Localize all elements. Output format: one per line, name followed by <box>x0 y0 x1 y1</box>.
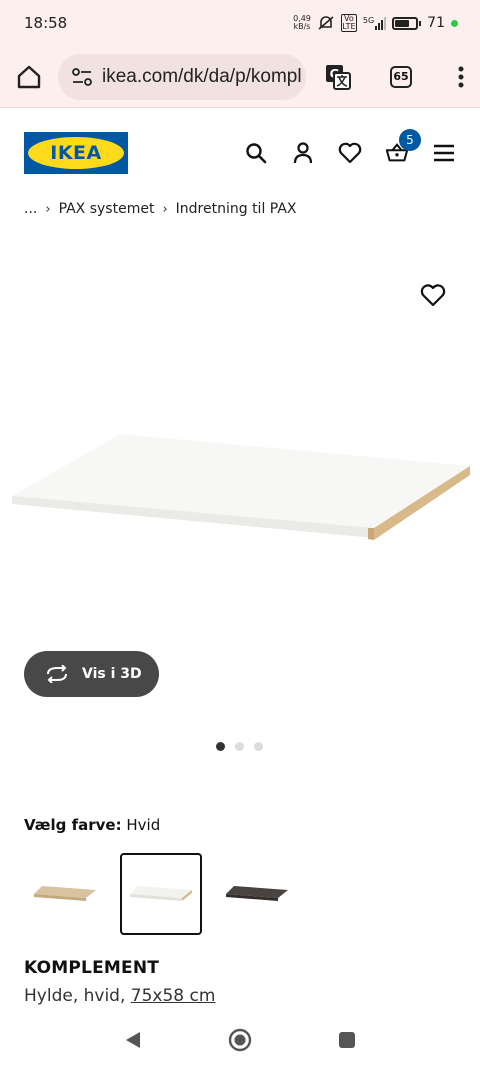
view-in-3d-label: Vis i 3D <box>82 666 142 682</box>
breadcrumb-item-pax-systemet[interactable]: PAX systemet <box>59 201 155 217</box>
breadcrumb: ... › PAX systemet › Indretning til PAX <box>24 198 297 220</box>
battery-percent: 71 <box>427 15 445 31</box>
hamburger-menu-icon <box>434 144 454 162</box>
site-settings-icon[interactable] <box>72 67 92 86</box>
volte-indicator: Vo LTE <box>340 14 357 32</box>
cart-button[interactable]: 5 <box>385 129 421 165</box>
privacy-indicator-dot <box>451 19 458 27</box>
product-description: Hylde, hvid, 75x58 cm <box>24 986 216 1006</box>
status-icons: 0,49 kB/s Vo LTE 5G 71 <box>293 14 458 32</box>
chevron-right-icon: › <box>162 201 168 217</box>
chevron-right-icon: › <box>45 201 51 217</box>
more-options-icon[interactable] <box>458 66 464 88</box>
status-bar: 18:58 0,49 kB/s Vo LTE 5G 71 <box>0 0 480 46</box>
tab-switcher-button[interactable]: 65 <box>390 65 412 88</box>
home-icon[interactable] <box>16 64 42 90</box>
color-selector-label: Vælg farve: Hvid <box>24 816 161 834</box>
view-in-3d-button[interactable]: Vis i 3D <box>24 651 159 697</box>
search-button[interactable] <box>244 141 268 165</box>
mute-alarm-icon <box>318 16 334 30</box>
back-icon[interactable] <box>124 1030 142 1050</box>
breadcrumb-ellipsis[interactable]: ... <box>24 201 37 217</box>
gallery-dot[interactable] <box>216 742 225 751</box>
search-icon <box>246 143 267 164</box>
status-time: 18:58 <box>24 14 68 32</box>
product-image-shelf <box>12 434 470 540</box>
breadcrumb-item-indretning[interactable]: Indretning til PAX <box>176 201 297 217</box>
home-circle-icon[interactable] <box>228 1028 252 1052</box>
system-navigation-bar <box>0 1012 480 1067</box>
wishlist-button[interactable] <box>338 141 362 165</box>
signal-icon: 5G <box>363 16 387 30</box>
color-swatches <box>24 853 298 935</box>
selected-color: Hvid <box>126 816 161 834</box>
product-name: KOMPLEMENT <box>24 958 160 978</box>
menu-button[interactable] <box>432 141 456 165</box>
recents-icon[interactable] <box>338 1031 356 1049</box>
gallery-dot[interactable] <box>254 742 263 751</box>
network-speed: 0,49 kB/s <box>293 14 311 31</box>
url-text: ikea.com/dk/da/p/kompl <box>102 65 302 87</box>
account-button[interactable] <box>291 141 315 165</box>
cart-count-badge: 5 <box>399 129 421 151</box>
rotate-3d-icon <box>47 665 67 683</box>
translate-icon[interactable]: G <box>324 63 352 91</box>
gallery-dot[interactable] <box>235 742 244 751</box>
gallery-pagination <box>216 742 263 751</box>
site-header: IKEA 5 <box>0 108 480 198</box>
browser-toolbar: ikea.com/dk/da/p/kompl G 65 <box>0 46 480 108</box>
favorite-heart-icon[interactable] <box>420 283 446 309</box>
user-icon <box>293 142 313 164</box>
swatch-dark-brown[interactable] <box>216 853 298 935</box>
product-size-link[interactable]: 75x58 cm <box>131 986 216 1006</box>
battery-icon <box>392 16 422 30</box>
address-bar[interactable]: ikea.com/dk/da/p/kompl <box>58 53 306 100</box>
swatch-white[interactable] <box>120 853 202 935</box>
heart-icon <box>338 142 362 164</box>
swatch-oak[interactable] <box>24 853 106 935</box>
ikea-logo[interactable]: IKEA <box>24 132 128 174</box>
